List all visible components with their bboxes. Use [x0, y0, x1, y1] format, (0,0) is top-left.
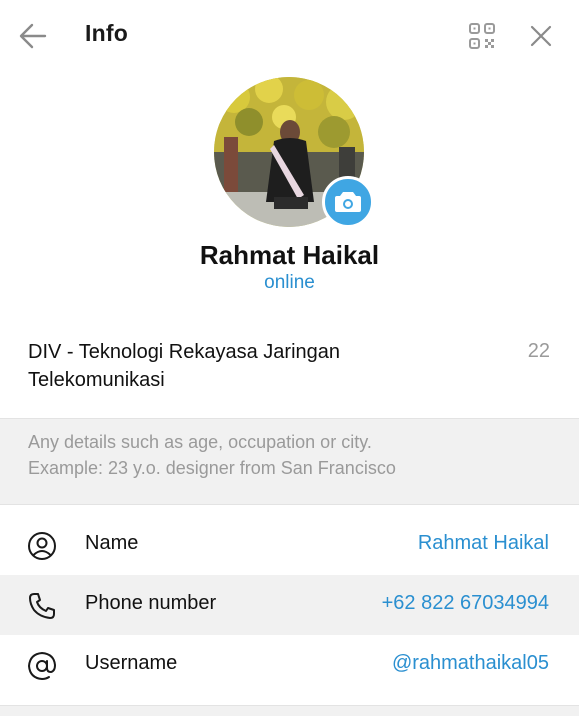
info-header: Info	[0, 0, 579, 72]
name-row[interactable]: Name Rahmat Haikal	[0, 515, 579, 575]
profile-status: online	[264, 272, 315, 293]
bio-hint-line-2: Example: 23 y.o. designer from San Franc…	[28, 458, 396, 478]
phone-label: Phone number	[85, 592, 217, 614]
camera-icon	[335, 192, 361, 212]
username-row[interactable]: Username @rahmathaikal05	[0, 635, 579, 695]
back-button[interactable]	[18, 22, 48, 50]
close-button[interactable]	[528, 23, 554, 49]
name-label: Name	[85, 532, 139, 554]
at-sign-icon	[27, 651, 57, 681]
arrow-left-icon	[19, 23, 47, 49]
profile-name: Rahmat Haikal	[199, 240, 380, 270]
phone-icon	[29, 593, 55, 619]
name-value: Rahmat Haikal	[417, 532, 549, 554]
phone-row[interactable]: Phone number +62 822 67034994	[0, 575, 579, 635]
close-icon	[530, 25, 552, 47]
profile-avatar-container	[214, 77, 374, 228]
bio-char-counter: 22	[527, 340, 550, 362]
change-photo-button[interactable]	[322, 176, 374, 228]
qr-code-icon	[469, 23, 495, 49]
qr-code-button[interactable]	[468, 22, 496, 50]
bio-text[interactable]: DIV - Teknologi Rekayasa Jaringan Teleko…	[28, 338, 468, 394]
username-value: @rahmathaikal05	[391, 652, 549, 674]
page-title: Info	[85, 20, 128, 46]
user-circle-icon	[28, 532, 56, 560]
section-divider	[0, 705, 579, 716]
bio-hint-line-1: Any details such as age, occupation or c…	[28, 432, 372, 452]
username-label: Username	[85, 652, 178, 674]
bio-hint: Any details such as age, occupation or c…	[0, 418, 579, 505]
phone-value: +62 822 67034994	[381, 592, 549, 614]
